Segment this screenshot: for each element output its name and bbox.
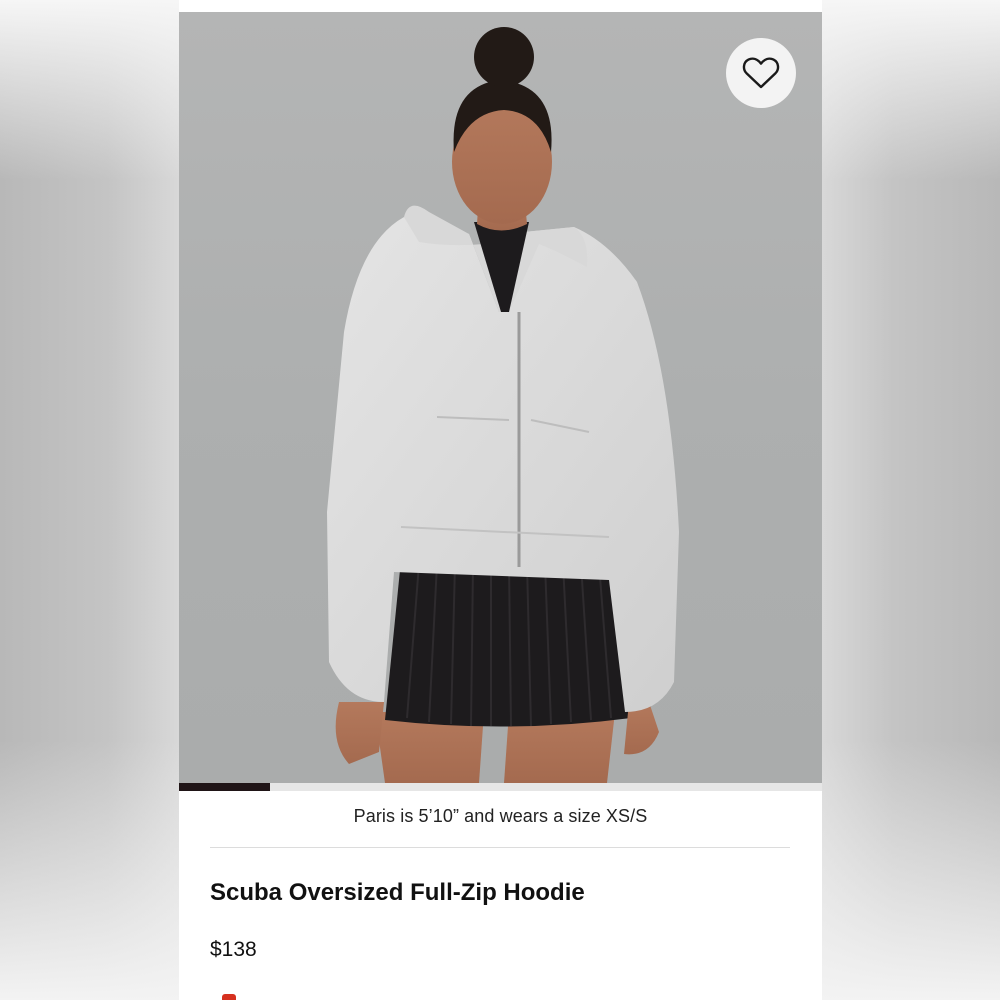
gallery-progress [179, 783, 822, 791]
product-page: Paris is 5’10” and wears a size XS/S Scu… [179, 0, 822, 1000]
pleated-skirt [385, 560, 631, 727]
model-size-caption: Paris is 5’10” and wears a size XS/S [353, 806, 648, 826]
model-hair-bun [474, 27, 534, 87]
product-title: Scuba Oversized Full-Zip Hoodie [210, 879, 585, 906]
page-backdrop-left [0, 0, 179, 1000]
page-backdrop-right [822, 0, 1000, 1000]
product-image[interactable] [179, 12, 822, 783]
promo-accent-mark [222, 994, 236, 1000]
heart-icon [742, 57, 780, 89]
status-strip [179, 0, 822, 12]
favorite-button[interactable] [726, 38, 796, 108]
gallery-progress-fill [179, 783, 271, 791]
divider [210, 847, 790, 848]
product-price: $138 [210, 938, 257, 961]
model-hand-left [335, 702, 384, 764]
product-photo-illustration [327, 27, 679, 783]
